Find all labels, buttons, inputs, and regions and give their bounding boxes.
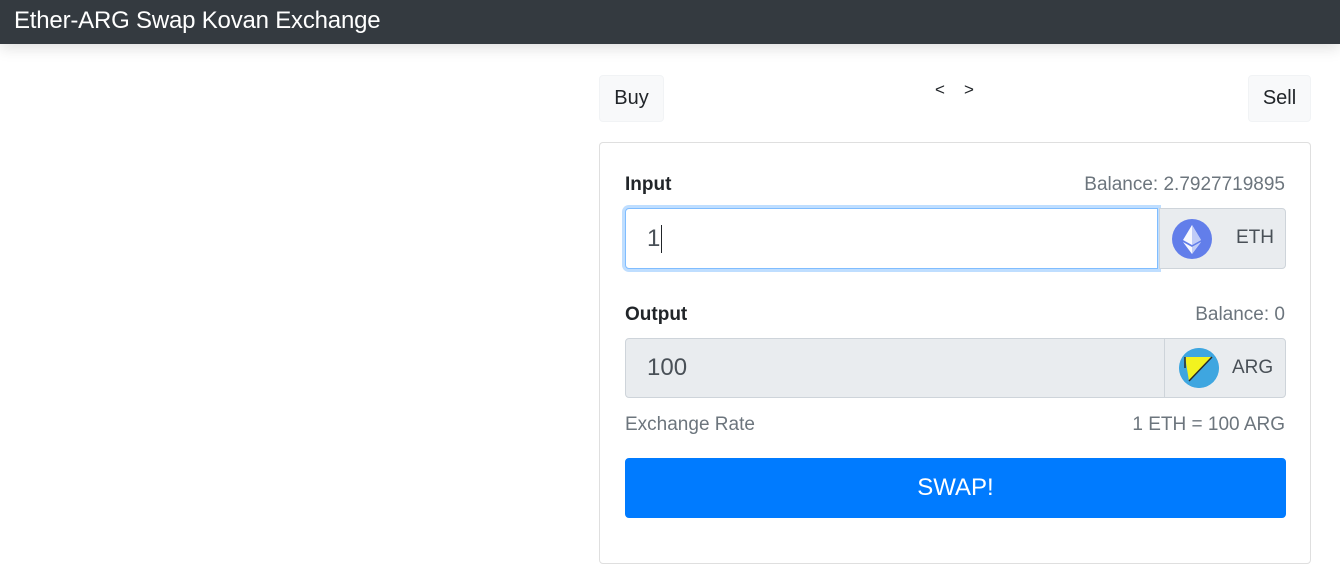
ethereum-icon — [1172, 219, 1212, 259]
app-title[interactable]: Ether-ARG Swap Kovan Exchange — [14, 7, 381, 35]
text-caret — [661, 224, 663, 253]
input-token-addon: ETH — [1159, 208, 1286, 269]
prev-arrow[interactable]: < — [935, 80, 945, 100]
swap-button[interactable]: SWAP! — [625, 458, 1286, 518]
navbar: Ether-ARG Swap Kovan Exchange — [0, 0, 1340, 44]
input-token-code: ETH — [1236, 227, 1274, 248]
output-balance: Balance: 0 — [1195, 304, 1285, 325]
input-label: Input — [625, 174, 672, 195]
buy-button[interactable]: Buy — [599, 75, 664, 122]
exchange-rate-value: 1 ETH = 100 ARG — [1132, 414, 1285, 435]
swap-card: Input Balance: 2.7927719895 1 ETH Output… — [599, 142, 1311, 564]
sell-button[interactable]: Sell — [1248, 75, 1311, 122]
arg-token-icon — [1179, 348, 1219, 388]
next-arrow[interactable]: > — [964, 80, 974, 100]
input-amount-field[interactable]: 1 — [625, 208, 1158, 269]
output-amount-field: 100 — [625, 338, 1165, 398]
input-amount-value: 1 — [647, 224, 661, 252]
output-token-addon: ARG — [1164, 338, 1286, 398]
output-label: Output — [625, 304, 688, 325]
output-amount-value: 100 — [647, 354, 688, 381]
input-balance: Balance: 2.7927719895 — [1084, 174, 1285, 195]
output-token-code: ARG — [1232, 357, 1274, 378]
exchange-rate-label: Exchange Rate — [625, 414, 755, 435]
